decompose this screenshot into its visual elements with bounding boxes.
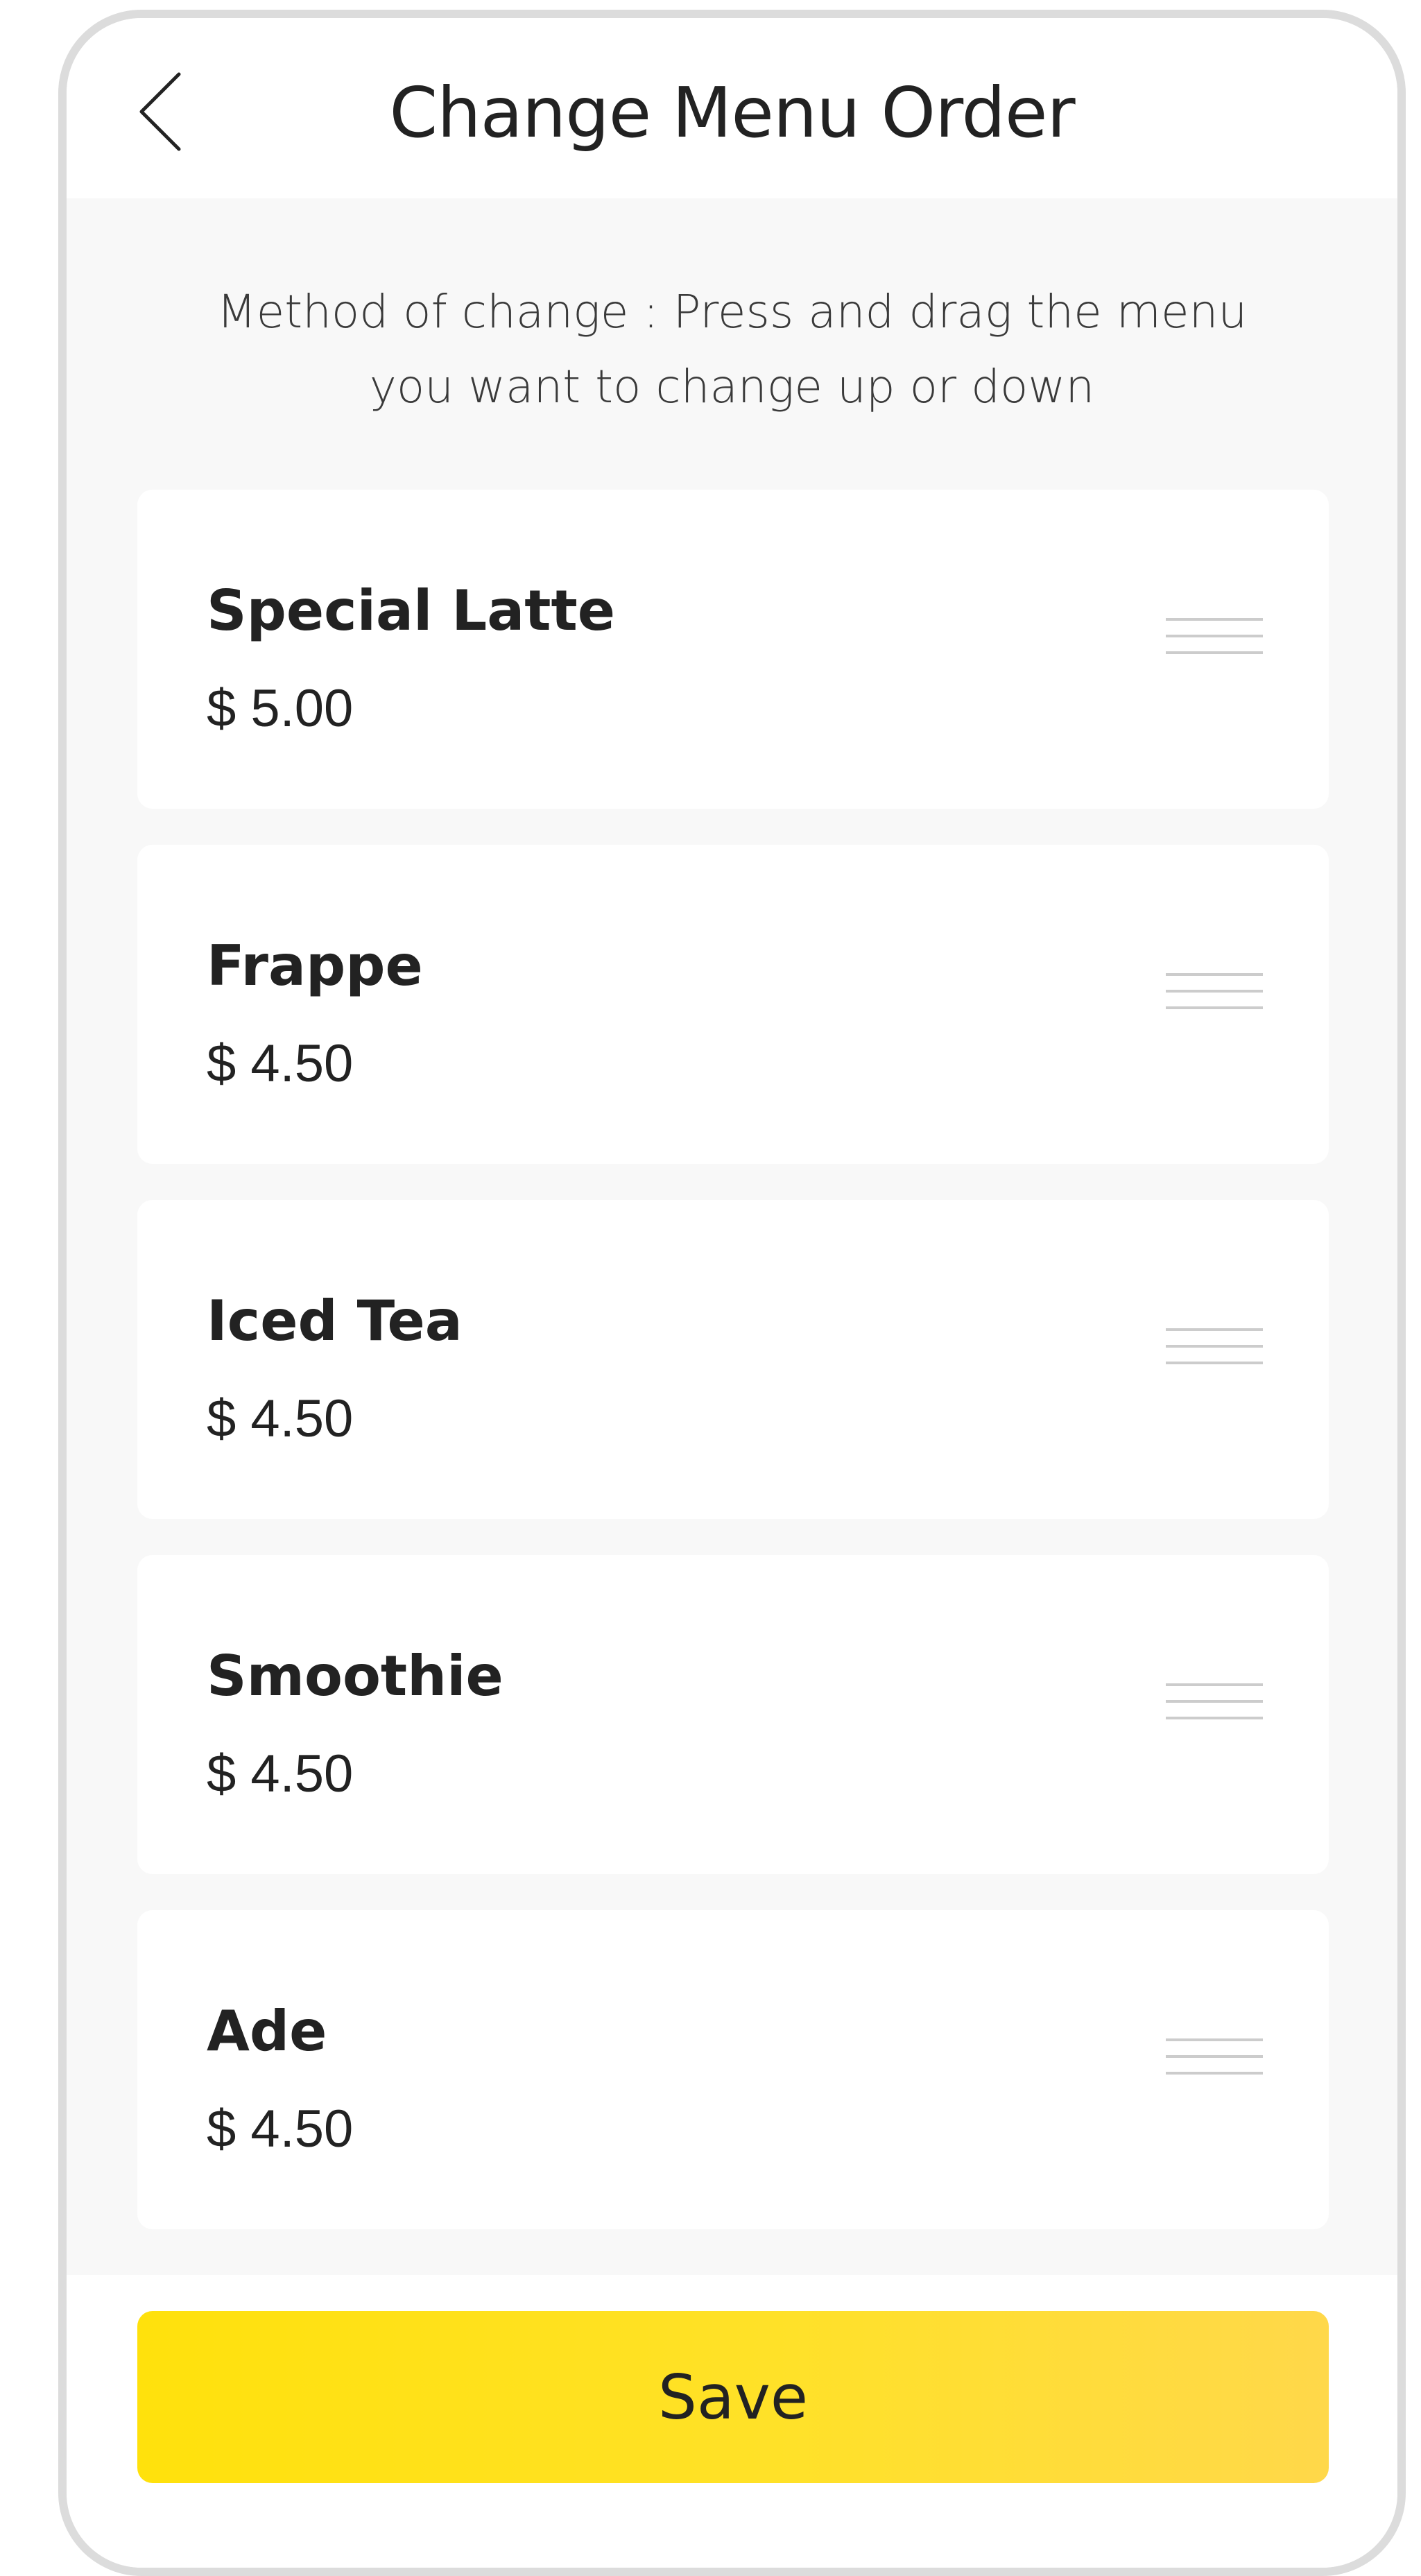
phone-frame: Change Menu Order Method of change : Pre… [58, 10, 1406, 2576]
menu-item-price: $ 4.50 [207, 1034, 354, 1093]
save-button[interactable]: Save [137, 2311, 1329, 2483]
drag-handle-icon[interactable] [1166, 1683, 1263, 1739]
menu-item-special-latte[interactable]: Special Latte $ 5.00 [137, 490, 1329, 809]
drag-handle-icon[interactable] [1166, 973, 1263, 1029]
menu-item-name: Smoothie [207, 1644, 503, 1708]
instructions-line-1: Method of change : Press and drag the me… [216, 285, 1248, 338]
menu-item-price: $ 4.50 [207, 2100, 354, 2158]
menu-list: Special Latte $ 5.00 Frappe $ 4.50 Iced … [137, 490, 1329, 2265]
menu-item-ade[interactable]: Ade $ 4.50 [137, 1910, 1329, 2229]
drag-handle-icon[interactable] [1166, 2038, 1263, 2094]
menu-item-price: $ 4.50 [207, 1744, 354, 1803]
menu-item-name: Ade [207, 1999, 327, 2063]
menu-item-name: Special Latte [207, 578, 615, 643]
menu-item-name: Frappe [207, 934, 423, 998]
menu-item-name: Iced Tea [207, 1289, 463, 1353]
menu-item-price: $ 4.50 [207, 1389, 354, 1448]
drag-handle-icon[interactable] [1166, 1328, 1263, 1384]
menu-item-frappe[interactable]: Frappe $ 4.50 [137, 845, 1329, 1164]
header-bar: Change Menu Order [67, 18, 1397, 198]
drag-handle-icon[interactable] [1166, 618, 1263, 673]
menu-item-iced-tea[interactable]: Iced Tea $ 4.50 [137, 1200, 1329, 1519]
instructions-line-2: you want to change up or down [369, 360, 1095, 413]
save-button-label: Save [657, 2361, 808, 2433]
page-title: Change Menu Order [389, 72, 1075, 153]
menu-item-price: $ 5.00 [207, 679, 354, 738]
menu-item-smoothie[interactable]: Smoothie $ 4.50 [137, 1555, 1329, 1874]
instructions-text: Method of change : Press and drag the me… [67, 275, 1397, 424]
